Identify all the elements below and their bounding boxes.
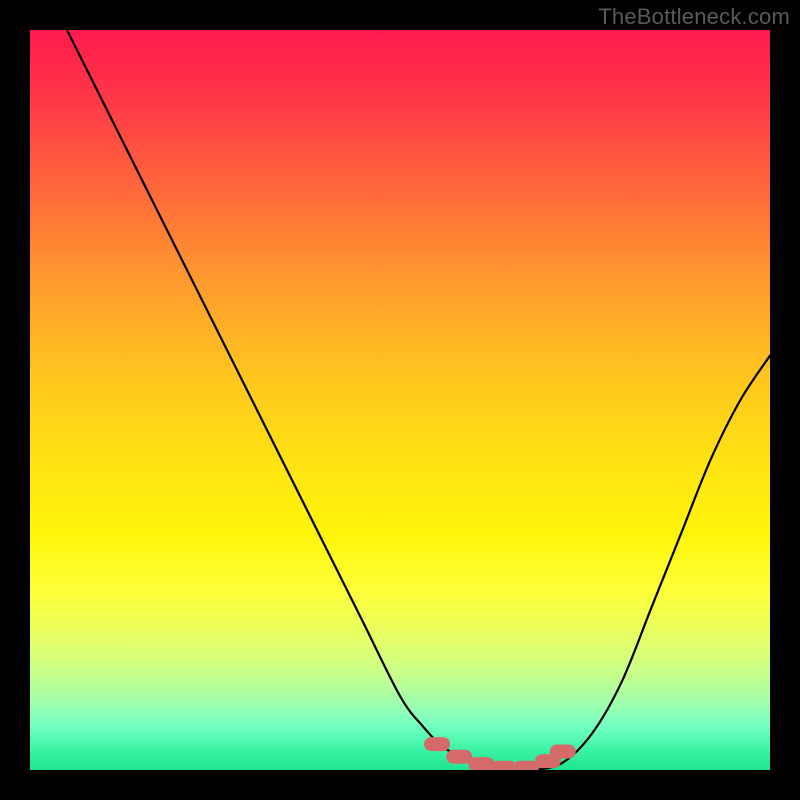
curve-overlay — [30, 30, 770, 770]
watermark-text: TheBottleneck.com — [598, 4, 790, 30]
highlight-markers — [424, 737, 576, 770]
chart-frame: TheBottleneck.com — [0, 0, 800, 800]
highlight-marker — [424, 737, 450, 751]
highlight-marker — [468, 757, 494, 770]
bottleneck-curve-path — [67, 30, 770, 770]
highlight-marker — [513, 761, 539, 770]
highlight-marker — [491, 761, 517, 770]
plot-area — [30, 30, 770, 770]
highlight-marker — [446, 750, 472, 764]
highlight-marker — [550, 745, 576, 759]
